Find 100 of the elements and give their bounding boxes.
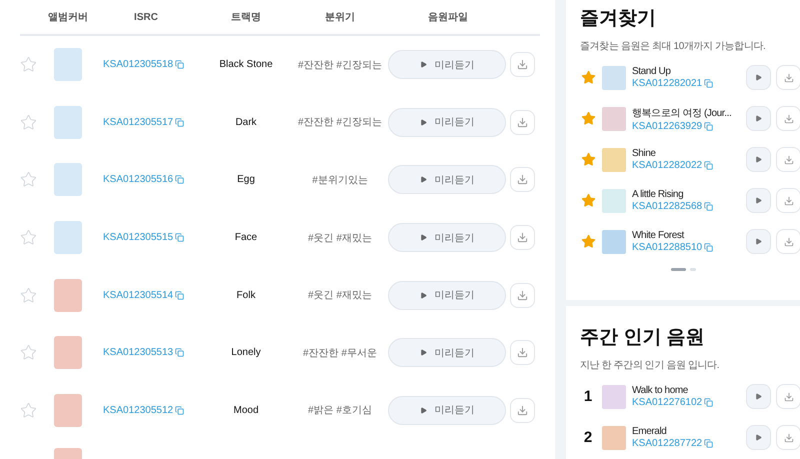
star-icon[interactable] xyxy=(20,402,36,419)
download-icon xyxy=(517,290,528,301)
download-button[interactable] xyxy=(510,225,535,250)
star-icon[interactable] xyxy=(20,286,36,304)
copy-icon[interactable] xyxy=(704,439,714,448)
column-header: 앨범커버 xyxy=(47,11,89,24)
weekly-title: 주간 인기 음원 xyxy=(580,326,706,350)
copy-icon[interactable] xyxy=(704,122,714,130)
album-cover-placeholder xyxy=(54,48,82,82)
isrc-link[interactable]: KSA012282568 xyxy=(632,201,702,212)
copy-icon[interactable] xyxy=(175,290,184,300)
preview-button[interactable]: 미리듣기 xyxy=(388,50,506,80)
star-icon[interactable] xyxy=(20,114,36,131)
track-name: White Forest xyxy=(632,230,686,241)
download-icon xyxy=(517,174,528,186)
copy-icon[interactable] xyxy=(175,118,184,127)
download-button[interactable] xyxy=(510,167,535,192)
track-name: Egg xyxy=(236,174,256,186)
star-icon[interactable] xyxy=(580,70,596,85)
download-button[interactable] xyxy=(510,110,535,135)
star-icon[interactable] xyxy=(580,193,596,208)
mood-tags: #잔잔한 #무서운 xyxy=(294,346,386,360)
copy-icon[interactable] xyxy=(704,243,714,252)
star-icon[interactable] xyxy=(20,171,36,188)
download-button[interactable] xyxy=(510,398,535,423)
isrc-link[interactable]: KSA012263929 xyxy=(632,120,702,132)
download-button[interactable] xyxy=(776,384,800,409)
download-button[interactable] xyxy=(510,52,535,78)
star-icon[interactable] xyxy=(580,234,596,249)
play-icon xyxy=(420,234,426,242)
download-button[interactable] xyxy=(776,188,800,213)
preview-button[interactable]: 미리듣기 xyxy=(388,108,506,137)
isrc-link[interactable]: KSA012276102 xyxy=(632,397,702,408)
album-cover-placeholder xyxy=(54,394,82,427)
isrc-link[interactable]: KSA012287722 xyxy=(632,438,702,449)
download-button[interactable] xyxy=(776,65,800,90)
play-button[interactable] xyxy=(746,425,771,450)
star-icon[interactable] xyxy=(580,111,596,126)
mood-tags: #웃긴 #재밌는 xyxy=(294,230,386,245)
isrc-link[interactable]: KSA012288510 xyxy=(632,242,702,253)
play-icon xyxy=(755,197,762,204)
copy-icon[interactable] xyxy=(175,60,184,70)
copy-icon[interactable] xyxy=(175,348,184,358)
isrc-link[interactable]: KSA012305514 xyxy=(94,290,174,301)
isrc-link[interactable]: KSA012305516 xyxy=(94,174,174,186)
isrc-link[interactable]: KSA012305512 xyxy=(94,404,174,416)
isrc-link[interactable]: KSA012305513 xyxy=(94,347,174,358)
column-header: ISRC xyxy=(133,12,159,22)
copy-icon[interactable] xyxy=(704,79,714,88)
copy-icon[interactable] xyxy=(704,398,714,407)
play-button[interactable] xyxy=(746,384,771,409)
track-name: Face xyxy=(234,232,258,244)
track-name: 행복으로의 여정 (Jour... xyxy=(632,106,732,120)
copy-icon[interactable] xyxy=(704,161,714,170)
copy-icon[interactable] xyxy=(175,175,184,184)
download-button[interactable] xyxy=(776,229,800,254)
play-button[interactable] xyxy=(746,147,771,172)
download-button[interactable] xyxy=(776,106,800,131)
star-icon[interactable] xyxy=(580,152,596,167)
download-icon xyxy=(517,59,528,70)
preview-button[interactable]: 미리듣기 xyxy=(388,396,506,425)
track-name: Lonely xyxy=(230,347,262,358)
track-name: Folk xyxy=(236,290,256,301)
download-icon xyxy=(784,154,794,164)
album-cover-placeholder xyxy=(602,188,626,212)
column-header: 분위기 xyxy=(324,11,356,24)
album-cover-placeholder xyxy=(54,163,82,196)
album-cover-placeholder xyxy=(54,106,82,139)
copy-icon[interactable] xyxy=(175,233,184,242)
download-button[interactable] xyxy=(510,340,535,366)
copy-icon[interactable] xyxy=(704,202,714,211)
isrc-link[interactable]: KSA012305518 xyxy=(94,59,174,70)
play-button[interactable] xyxy=(746,188,771,213)
preview-button[interactable]: 미리듣기 xyxy=(388,280,506,310)
play-button[interactable] xyxy=(746,65,771,90)
download-icon xyxy=(784,114,794,124)
star-icon[interactable] xyxy=(20,229,36,246)
isrc-link[interactable]: KSA012282021 xyxy=(632,78,702,89)
download-button[interactable] xyxy=(776,147,800,172)
download-button[interactable] xyxy=(776,425,800,450)
preview-button[interactable]: 미리듣기 xyxy=(388,165,506,194)
star-icon[interactable] xyxy=(20,344,36,362)
isrc-link[interactable]: KSA012305515 xyxy=(94,232,174,244)
preview-button[interactable]: 미리듣기 xyxy=(388,223,506,252)
isrc-link[interactable]: KSA012305517 xyxy=(94,116,174,128)
play-button[interactable] xyxy=(746,106,771,131)
copy-icon[interactable] xyxy=(175,406,184,415)
download-button[interactable] xyxy=(510,282,535,308)
column-header: 음원파일 xyxy=(427,11,469,24)
track-name: Black Stone xyxy=(218,59,274,70)
play-icon xyxy=(755,156,762,163)
favorites-title: 즐겨찾기 xyxy=(580,7,657,31)
play-icon xyxy=(755,74,762,81)
preview-button[interactable]: 미리듣기 xyxy=(388,338,506,368)
album-cover-placeholder xyxy=(54,221,82,254)
play-icon xyxy=(755,393,762,400)
isrc-link[interactable]: KSA012282022 xyxy=(632,160,702,171)
mood-tags: #밝은 #호기심 xyxy=(294,403,386,418)
play-button[interactable] xyxy=(746,229,771,254)
star-icon[interactable] xyxy=(20,56,36,74)
